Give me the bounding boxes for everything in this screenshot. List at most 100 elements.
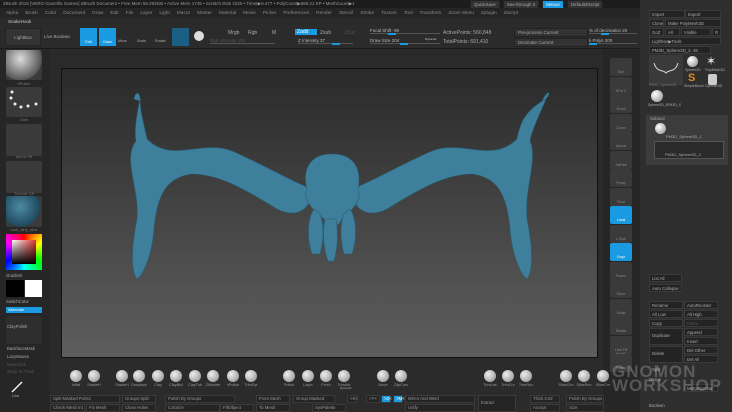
brush-move[interactable]: Move — [375, 370, 391, 387]
groups-split-button[interactable]: Groups Split — [122, 395, 156, 403]
z-intensity-slider[interactable]: Z Intensity 37 — [298, 38, 353, 45]
shelf-button-persp[interactable]: Persp — [610, 169, 632, 187]
menu-zplugin[interactable]: Zplugin — [481, 11, 497, 16]
sym-z-button[interactable]: >Z< — [381, 395, 392, 403]
menu-macro[interactable]: Macro — [177, 11, 190, 16]
rotate-button[interactable]: Rotate — [155, 39, 166, 43]
brush-hpolish[interactable]: hPolish — [225, 370, 241, 387]
stroke-thumbnail[interactable] — [6, 87, 42, 117]
append-button[interactable]: Append — [684, 328, 718, 336]
brush-slicecur[interactable]: SliceCur — [595, 370, 611, 387]
shelf-button-actual[interactable]: Actual — [610, 132, 632, 150]
sphere3d-tool-icon[interactable] — [687, 56, 698, 67]
shelf-button-aahalf[interactable]: AAHalf — [610, 150, 632, 169]
xyz-button[interactable]: >Y< — [366, 395, 380, 403]
primary-color-swatch[interactable] — [25, 280, 42, 297]
rename-button[interactable]: Rename — [649, 301, 683, 309]
default-zscript-button[interactable]: DefaultZScript — [566, 0, 604, 9]
shelf-button-frame[interactable]: Frame — [610, 261, 632, 280]
preprocess-button[interactable]: Pre-process Current — [514, 28, 588, 37]
import-button[interactable]: Import — [649, 10, 685, 18]
auto-collapse-button[interactable]: Auto Collapse — [649, 284, 682, 292]
brush-thumbnail[interactable] — [6, 50, 42, 80]
see-through-slider[interactable]: See-through 0 — [502, 0, 540, 9]
split-masked-button[interactable]: Split Masked Points — [50, 395, 120, 403]
brush-zmodele[interactable]: ZModele — [205, 370, 221, 387]
from-mesh-button[interactable]: From Mesh — [256, 395, 290, 403]
xx-button[interactable]: >X< — [347, 395, 358, 403]
make-polymesh-button[interactable]: Make PolyMesh3D — [665, 19, 721, 27]
tool-thumb-pm3d[interactable]: PM3D_Sphere3D — [649, 55, 683, 87]
subtool-item-1[interactable]: PM3D_Sphere3D_1 — [666, 134, 702, 139]
alpha-thumbnail[interactable] — [6, 124, 42, 156]
backtrack-button[interactable]: Backtrack — [7, 362, 26, 367]
shelf-button-rotate[interactable]: Rotate — [610, 317, 632, 335]
texture-thumbnail[interactable] — [6, 161, 42, 193]
brush-snakeh[interactable]: SnakeH — [114, 370, 130, 387]
menu-color[interactable]: Color — [45, 11, 56, 16]
fix-mesh-button[interactable]: Fix Mesh — [86, 404, 120, 412]
quicksave-button[interactable]: QuickSave — [470, 0, 500, 9]
current-tool-slider[interactable]: PM3D_Sphere3D_2. 49 — [649, 46, 711, 54]
menu-tool[interactable]: Tool — [404, 11, 413, 16]
secondary-color-swatch[interactable] — [6, 280, 24, 297]
zcut-button[interactable]: Zcut — [345, 30, 355, 36]
export-button[interactable]: Export — [685, 10, 721, 18]
viewport[interactable] — [61, 68, 598, 358]
shelf-button-line-fill-polyf[interactable]: Line Fill PolyF — [610, 335, 632, 356]
backface-mask-button[interactable]: BackfaceMask — [7, 346, 35, 351]
decimate-button[interactable]: Decimate Current — [514, 38, 588, 47]
list-all-button[interactable]: List All — [649, 274, 682, 282]
edit-button[interactable]: Edit — [80, 28, 97, 46]
clone-button[interactable]: Clone — [649, 19, 664, 27]
brush-slicecirc[interactable]: SliceCirc — [558, 370, 574, 387]
polymesh-star-icon[interactable]: ✶ — [706, 54, 716, 68]
all-low-button[interactable]: All Low — [649, 310, 683, 318]
menu-zscript[interactable]: Zscript — [504, 11, 518, 16]
thick-button[interactable]: Thick 0.02 — [530, 395, 560, 403]
shelf-button-local[interactable]: Local — [610, 206, 632, 224]
shelf-button-scale[interactable]: Scale — [610, 298, 632, 317]
menu-render[interactable]: Render — [316, 11, 332, 16]
rgb-button[interactable]: Rgb — [248, 30, 257, 36]
zsub-button[interactable]: Zsub — [320, 30, 331, 36]
brush-claytub[interactable]: ClayTub — [187, 370, 203, 387]
menu-document[interactable]: Document — [63, 11, 85, 16]
brush-clipcurv[interactable]: ClipCurv — [393, 370, 409, 387]
menus-button[interactable]: Menus — [542, 0, 564, 9]
rgb-intensity-slider[interactable]: Rgb Intensity 100 — [210, 38, 275, 44]
menu-picker[interactable]: Picker — [263, 11, 276, 16]
shelf-button-l-sym[interactable]: L.Sym — [610, 224, 632, 243]
menu-preferences[interactable]: Preferences — [283, 11, 309, 16]
colorize-button[interactable]: Colorize — [165, 404, 220, 412]
r-button[interactable]: R — [712, 28, 721, 36]
insert-button[interactable]: Insert — [684, 337, 718, 345]
menu-draw[interactable]: Draw — [92, 11, 103, 16]
simplebrush-icon[interactable]: S — [688, 72, 695, 84]
live-boolean-button[interactable]: Live Boolean — [44, 34, 70, 39]
goz-button[interactable]: GoZ — [649, 28, 664, 36]
all-button[interactable]: All — [665, 28, 680, 36]
menu-layer[interactable]: Layer — [140, 11, 152, 16]
menu-stroke[interactable]: Stroke — [360, 11, 374, 16]
del-other-button[interactable]: Del Other — [684, 346, 718, 354]
menu-alpha[interactable]: Alpha — [6, 11, 18, 16]
sphere1-tool-icon[interactable] — [651, 90, 663, 102]
copy-button[interactable]: Copy — [649, 319, 683, 327]
visible-button[interactable]: Visible — [681, 28, 711, 36]
menu-stencil[interactable]: Stencil — [339, 11, 353, 16]
shelf-button-scroll[interactable]: Scroll — [610, 95, 632, 113]
brush-slicerec[interactable]: SliceRec — [576, 370, 592, 387]
menu-marker[interactable]: Marker — [197, 11, 212, 16]
duplicate-button[interactable]: Duplicate — [649, 328, 683, 345]
mrgb-button[interactable]: Mrgb — [228, 30, 239, 36]
unify-button[interactable]: Unify — [405, 404, 475, 412]
brush-clay[interactable]: Clay — [150, 370, 166, 387]
scale-button[interactable]: Scale — [137, 39, 146, 43]
brush-trimcur[interactable]: TrimCur — [500, 370, 516, 387]
draw-button[interactable]: Draw — [99, 28, 116, 46]
spotlight-icon[interactable] — [194, 31, 204, 41]
menu-movie[interactable]: Movie — [243, 11, 256, 16]
menu-transform[interactable]: Transform — [420, 11, 442, 16]
menu-brush[interactable]: Brush — [25, 11, 38, 16]
